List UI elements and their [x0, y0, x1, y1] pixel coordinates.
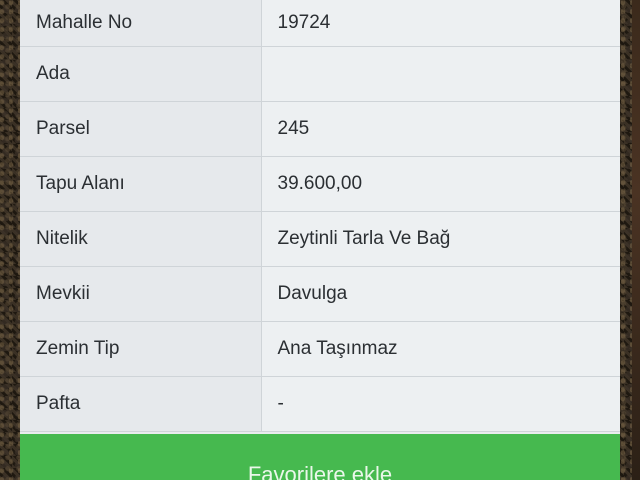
- value-pafta: -: [261, 376, 620, 432]
- value-tapu-alani: 39.600,00: [261, 156, 620, 212]
- row-mevkii: Mevkii Davulga: [20, 266, 620, 322]
- label-pafta: Pafta: [20, 376, 262, 432]
- row-ada: Ada: [20, 46, 620, 102]
- label-ada: Ada: [20, 46, 262, 102]
- value-zemin-tip: Ana Taşınmaz: [261, 321, 620, 377]
- row-nitelik: Nitelik Zeytinli Tarla Ve Bağ: [20, 211, 620, 267]
- row-tapu-alani: Tapu Alanı 39.600,00: [20, 156, 620, 212]
- label-zemin-tip: Zemin Tip: [20, 321, 262, 377]
- property-details-table: Mahalle No 19724 Ada Parsel 245 Tapu Ala…: [20, 0, 620, 432]
- row-zemin-tip: Zemin Tip Ana Taşınmaz: [20, 321, 620, 377]
- label-mahalle-no: Mahalle No: [20, 0, 262, 47]
- add-to-favorites-button[interactable]: Favorilere ekle: [20, 434, 620, 480]
- value-nitelik: Zeytinli Tarla Ve Bağ: [261, 211, 620, 267]
- row-parsel: Parsel 245: [20, 101, 620, 157]
- value-mevkii: Davulga: [261, 266, 620, 322]
- row-mahalle-no: Mahalle No 19724: [20, 0, 620, 47]
- value-ada: [261, 46, 620, 102]
- label-mevkii: Mevkii: [20, 266, 262, 322]
- label-tapu-alani: Tapu Alanı: [20, 156, 262, 212]
- value-mahalle-no: 19724: [261, 0, 620, 47]
- label-nitelik: Nitelik: [20, 211, 262, 267]
- background-texture-edge: [632, 0, 640, 480]
- value-parsel: 245: [261, 101, 620, 157]
- row-pafta: Pafta -: [20, 376, 620, 432]
- property-details-card: Mahalle No 19724 Ada Parsel 245 Tapu Ala…: [20, 0, 620, 480]
- label-parsel: Parsel: [20, 101, 262, 157]
